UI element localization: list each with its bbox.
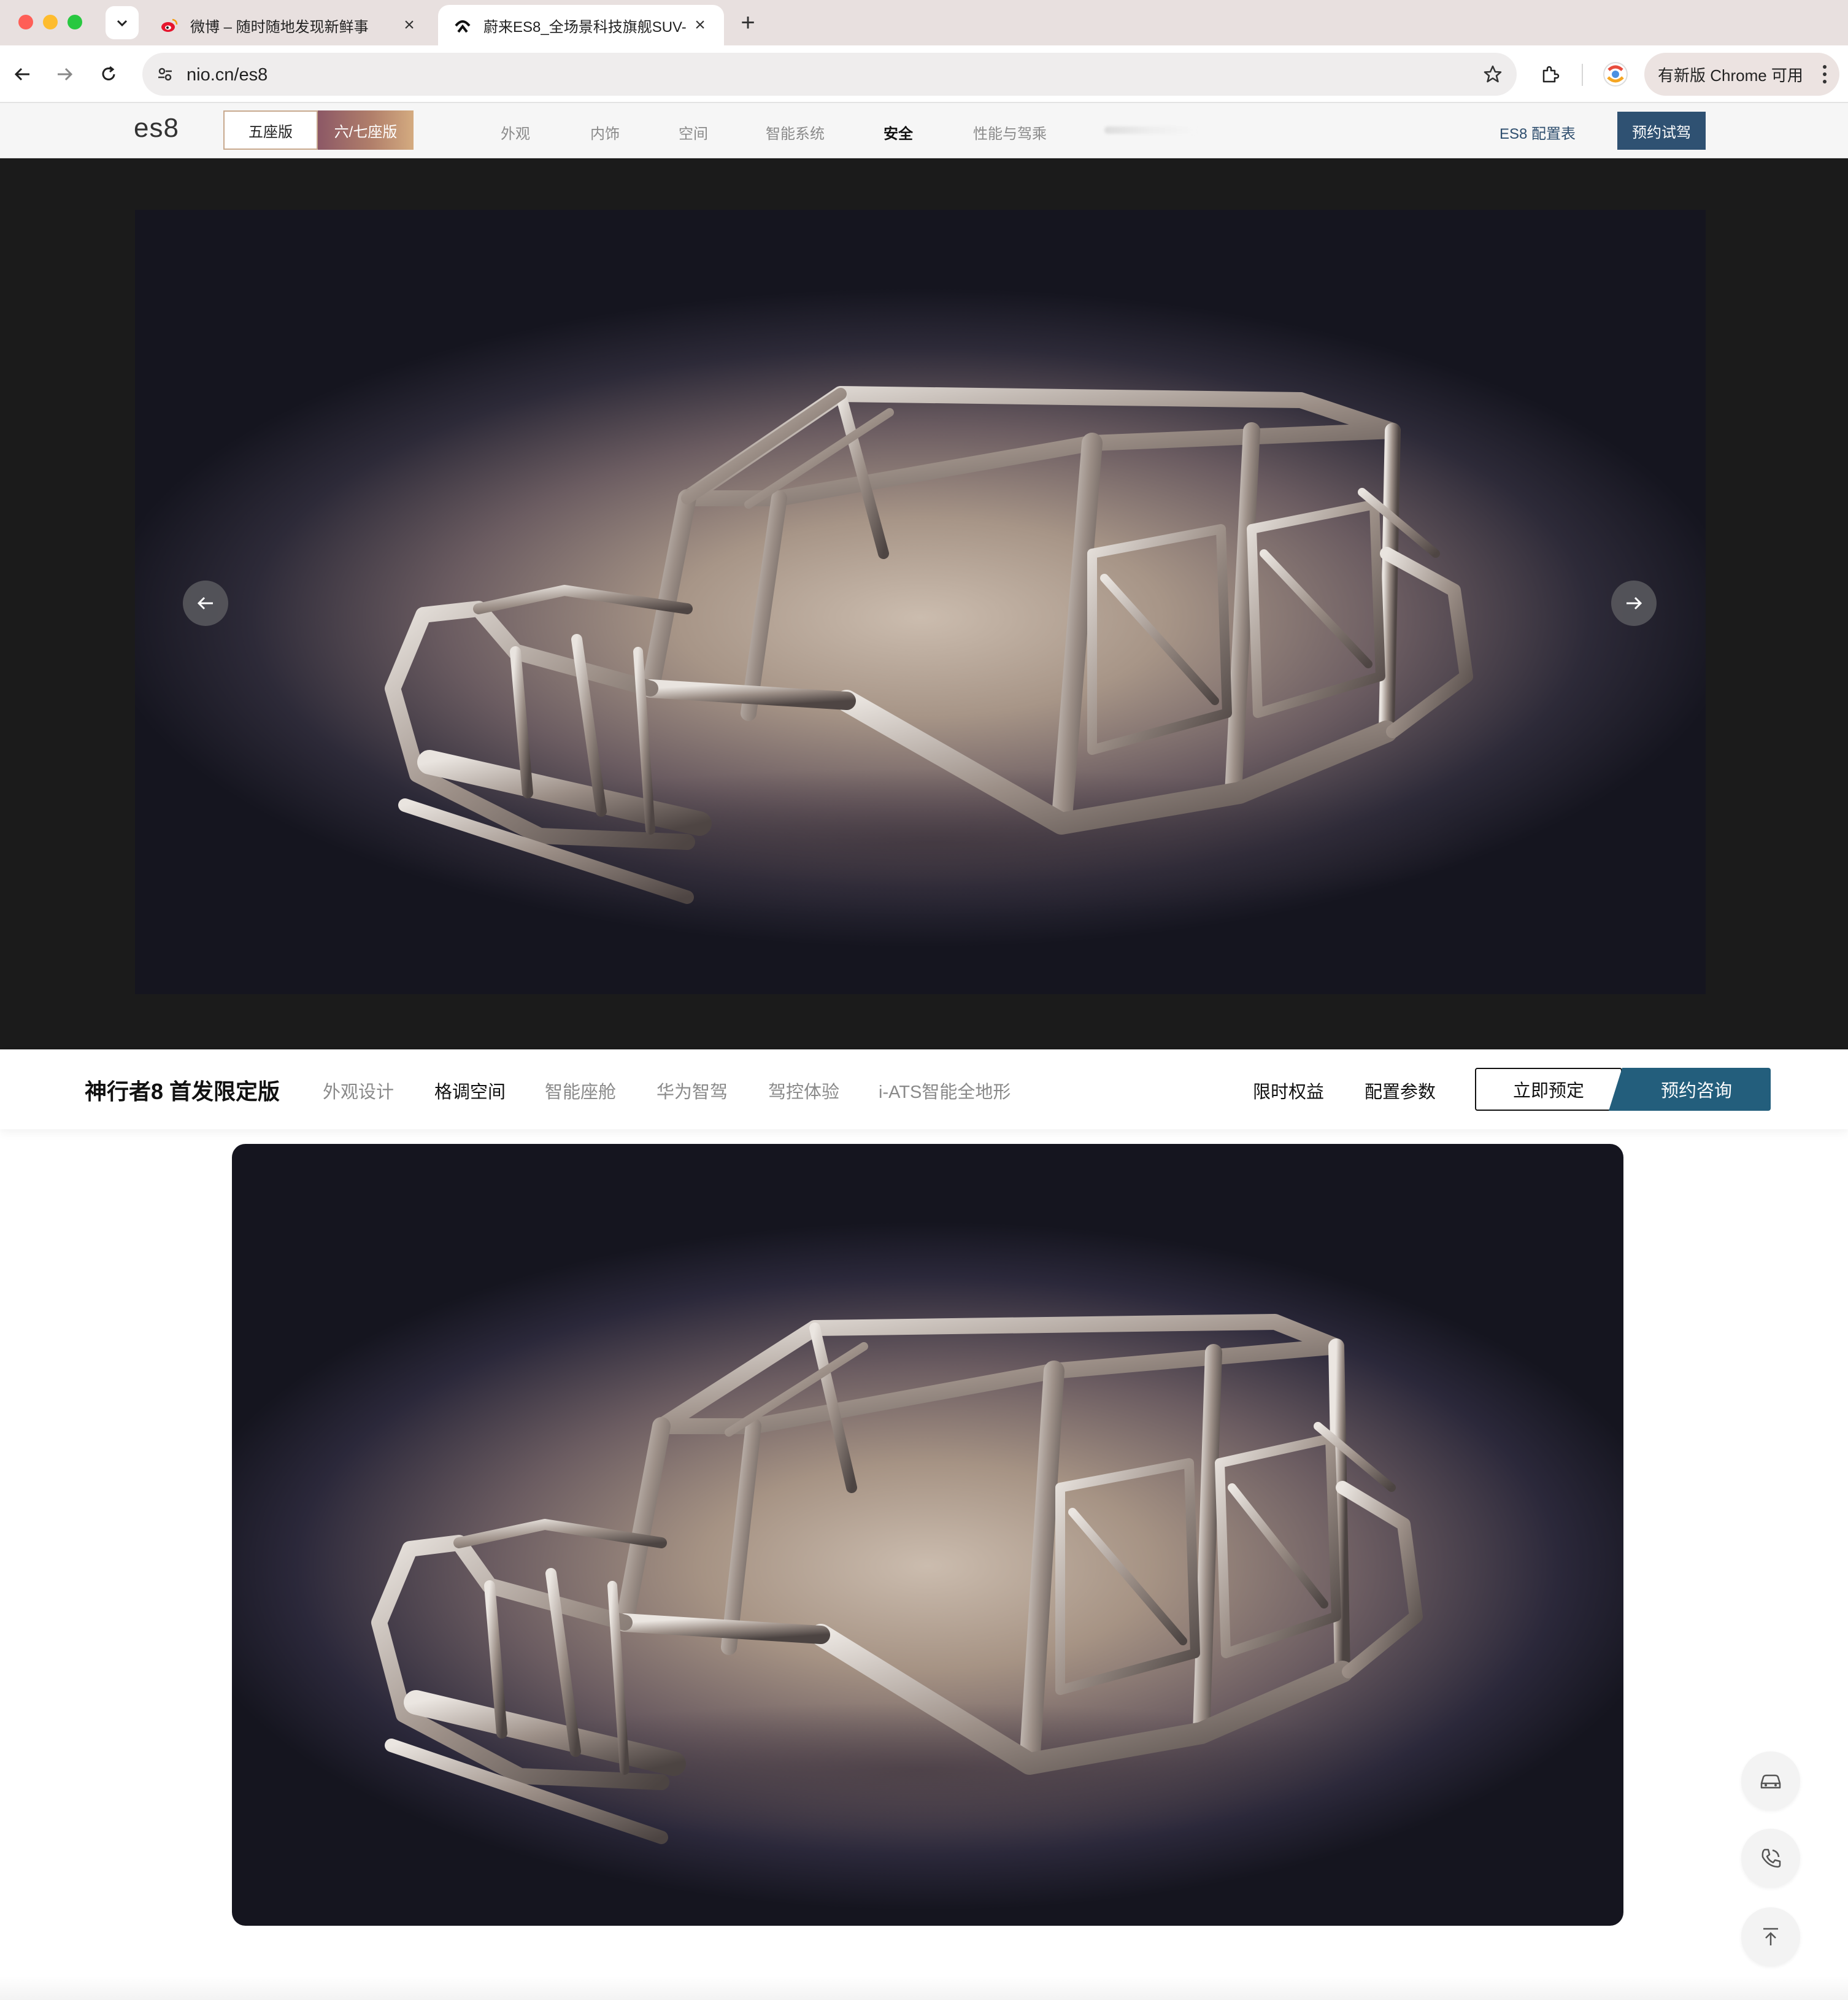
nav-link-performance[interactable]: 性能与驾乘 [973,122,1047,143]
config-table-link[interactable]: ES8 配置表 [1500,122,1576,143]
address-bar[interactable]: nio.cn/es8 [142,53,1517,96]
car-config-float-button[interactable] [1741,1751,1800,1810]
hero-carousel [0,158,1848,1049]
browser-tab-nio[interactable]: 蔚来ES8_全场景科技旗舰SUV- × [438,5,724,45]
arrow-right-icon [58,68,73,81]
nav-link-exterior[interactable]: 外观 [501,122,530,143]
sub-link-driving[interactable]: 驾控体验 [768,1078,839,1103]
new-tab-button[interactable]: + [735,9,761,36]
car-body-frame-image [135,210,1706,994]
back-button[interactable] [9,60,37,88]
order-now-button[interactable]: 立即预定 [1475,1068,1622,1111]
nav-link-interior[interactable]: 内饰 [590,122,620,143]
profile-avatar[interactable] [1603,61,1628,87]
sub-link-space[interactable]: 格调空间 [434,1078,506,1103]
browser-tab-weibo[interactable]: 微博 – 随时随地发现新鲜事 × [145,5,433,45]
sub-link-i-ats[interactable]: i-ATS智能全地形 [879,1078,1011,1103]
arrow-left-icon [14,68,29,81]
nav-link-safety[interactable]: 安全 [884,122,913,143]
model-sub-nav: 神行者8 首发限定版 外观设计 格调空间 智能座舱 华为智驾 驾控体验 i-AT… [0,1049,1848,1129]
nio-icon [453,15,472,35]
seat-option-six-seven[interactable]: 六/七座版 [318,110,414,150]
forward-button[interactable] [50,60,79,88]
car-icon [1760,1774,1781,1789]
browser-tab-strip: 微博 – 随时随地发现新鲜事 × 蔚来ES8_全场景科技旗舰SUV- × + [0,0,1848,45]
weibo-icon [160,15,179,35]
site-settings-icon[interactable] [152,61,178,87]
model-title: 神行者8 首发限定版 [85,1079,280,1104]
benefits-link[interactable]: 限时权益 [1253,1078,1324,1103]
phone-icon [1761,1848,1781,1868]
arrow-right-icon [1627,597,1642,610]
car-frame-illustration [380,386,1485,916]
nav-overflow-indicator [1104,126,1196,134]
sub-link-huawei-adas[interactable]: 华为智驾 [656,1078,728,1103]
consult-button[interactable]: 预约咨询 [1609,1068,1771,1111]
back-to-top-icon [1763,1928,1778,1945]
arrow-left-icon [197,597,213,610]
sub-link-exterior-design[interactable]: 外观设计 [323,1078,394,1103]
url-text: nio.cn/es8 [187,65,268,85]
site-nav: es8 五座版 六/七座版 外观 内饰 空间 智能系统 安全 性能与驾乘 ES8… [0,103,1848,158]
carousel-next-button[interactable] [1611,581,1657,626]
nav-link-space[interactable]: 空间 [679,122,708,143]
carousel-prev-button[interactable] [183,581,228,626]
car-frame-illustration [371,1314,1423,1844]
update-label: 有新版 Chrome 可用 [1658,66,1803,85]
window-minimize-button[interactable] [43,15,58,29]
window-zoom-button[interactable] [67,15,82,29]
window-close-button[interactable] [18,15,33,29]
extensions-icon[interactable] [1536,60,1565,88]
toolbar-divider [1582,64,1583,86]
tab-title: 微博 – 随时随地发现新鲜事 [190,18,369,36]
tab-title: 蔚来ES8_全场景科技旗舰SUV- [483,18,687,36]
back-to-top-float-button[interactable] [1741,1907,1800,1966]
browser-toolbar: nio.cn/es8 有新版 Chrome 可用 [0,45,1848,103]
brand-logo[interactable]: es8 [134,113,179,144]
seat-option-five[interactable]: 五座版 [223,110,318,150]
params-link[interactable]: 配置参数 [1365,1078,1436,1103]
close-icon[interactable]: × [691,15,709,35]
menu-kebab-icon[interactable] [1822,65,1827,83]
close-icon[interactable]: × [400,15,418,35]
chrome-update-button[interactable]: 有新版 Chrome 可用 [1644,53,1839,96]
tab-search-button[interactable] [106,6,139,39]
sub-link-smart-cockpit[interactable]: 智能座舱 [545,1078,616,1103]
bookmark-star-icon[interactable] [1481,63,1504,86]
car-body-frame-image-large [232,1144,1623,1926]
nav-link-smart-system[interactable]: 智能系统 [766,122,825,143]
page-bottom-fade [0,1976,1848,2000]
reload-icon [102,66,115,80]
chevron-down-icon [117,20,128,27]
phone-float-button[interactable] [1741,1829,1800,1888]
test-drive-button[interactable]: 预约试驾 [1617,112,1706,150]
reload-button[interactable] [94,60,123,88]
